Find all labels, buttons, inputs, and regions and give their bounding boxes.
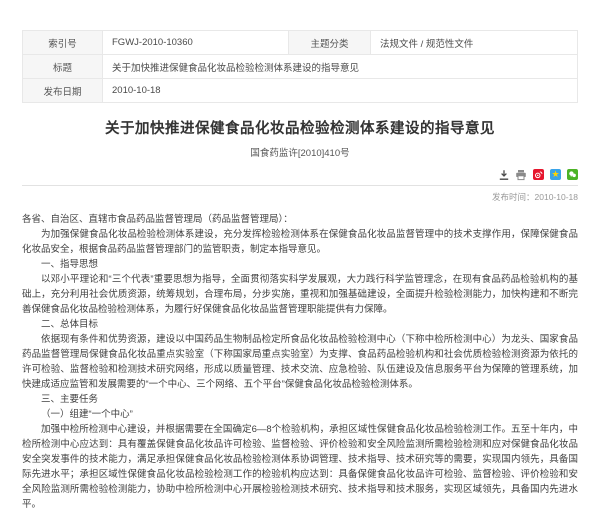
download-icon[interactable]	[498, 169, 510, 181]
page-title: 关于加快推进保健食品化妆品检验检测体系建设的指导意见	[22, 117, 578, 138]
publish-time-label: 发布时间：	[492, 192, 535, 202]
body-paragraph: 加强中检所检测中心建设，并根据需要在全国确定6—8个检验机构，承担区域性保健食品…	[22, 422, 578, 512]
body-paragraph: 依据现有条件和优势资源，建设以中国药品生物制品检定所食品化妆品检验检测中心（下称…	[22, 332, 578, 392]
meta-row-index-category: 索引号 FGWJ-2010-10360 主题分类 法规文件 / 规范性文件	[23, 31, 578, 55]
body-paragraph: （一）组建“一个中心”	[22, 407, 578, 422]
publish-time: 发布时间：2010-10-18	[22, 191, 578, 203]
document-body: 各省、自治区、直辖市食品药品监督管理局（药品监督管理局）：为加强保健食品化妆品检…	[22, 212, 578, 512]
body-paragraph: 各省、自治区、直辖市食品药品监督管理局（药品监督管理局）：	[22, 212, 578, 227]
wechat-share-icon[interactable]	[567, 169, 578, 180]
body-paragraph: 为加强保健食品化妆品检验检测体系建设，充分发挥检验检测体系在保健食品化妆品监督管…	[22, 227, 578, 257]
doc-number: 国食药监许[2010]410号	[22, 145, 578, 159]
print-icon[interactable]	[515, 169, 527, 181]
divider	[22, 185, 578, 186]
meta-date-value: 2010-10-18	[103, 79, 578, 103]
meta-title-label: 标题	[23, 55, 103, 79]
body-paragraph: 三、主要任务	[22, 392, 578, 407]
weibo-share-icon[interactable]	[533, 169, 544, 180]
meta-date-label: 发布日期	[23, 79, 103, 103]
body-paragraph: 二、总体目标	[22, 317, 578, 332]
meta-row-date: 发布日期 2010-10-18	[23, 79, 578, 103]
toolbar: ★	[22, 168, 578, 181]
qzone-share-icon[interactable]: ★	[550, 169, 561, 180]
meta-row-title: 标题 关于加快推进保健食品化妆品检验检测体系建设的指导意见	[23, 55, 578, 79]
meta-category-value: 法规文件 / 规范性文件	[371, 31, 578, 55]
body-paragraph: 一、指导思想	[22, 257, 578, 272]
meta-index-value: FGWJ-2010-10360	[103, 31, 289, 55]
meta-title-value: 关于加快推进保健食品化妆品检验检测体系建设的指导意见	[103, 55, 578, 79]
meta-category-label: 主题分类	[289, 31, 371, 55]
body-paragraph: 以邓小平理论和“三个代表”重要思想为指导，全面贯彻落实科学发展观，大力践行科学监…	[22, 272, 578, 317]
publish-time-value: 2010-10-18	[535, 192, 578, 202]
document-meta-table: 索引号 FGWJ-2010-10360 主题分类 法规文件 / 规范性文件 标题…	[22, 30, 578, 103]
meta-index-label: 索引号	[23, 31, 103, 55]
document-page: 索引号 FGWJ-2010-10360 主题分类 法规文件 / 规范性文件 标题…	[0, 0, 600, 512]
